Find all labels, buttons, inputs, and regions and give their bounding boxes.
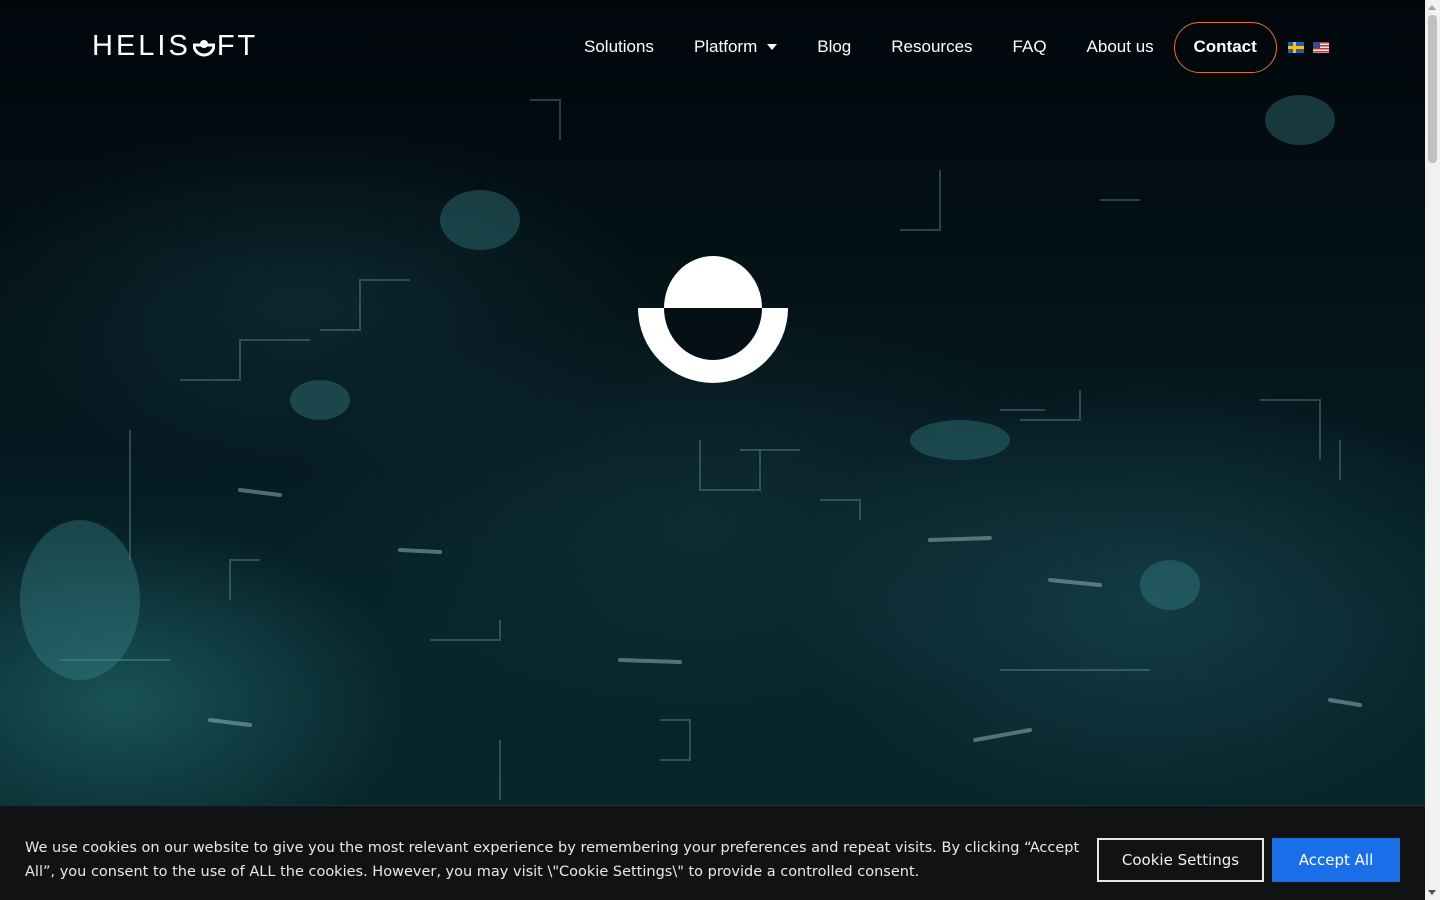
nav-platform[interactable]: Platform — [674, 20, 797, 74]
page-scrollbar[interactable] — [1425, 0, 1440, 900]
accept-all-button[interactable]: Accept All — [1272, 838, 1400, 882]
nav-faq-label: FAQ — [1012, 37, 1047, 56]
nav-faq[interactable]: FAQ — [993, 20, 1067, 74]
logo-text-start: HELIS — [92, 29, 191, 62]
language-switcher — [1287, 41, 1329, 53]
contact-button[interactable]: Contact — [1173, 21, 1277, 73]
helisoft-logo[interactable]: HELIS FT — [92, 29, 259, 62]
cookie-consent-text: We use cookies on our website to give yo… — [25, 840, 1080, 880]
helisoft-o-mark-icon — [638, 256, 788, 383]
us-flag-icon[interactable] — [1312, 41, 1329, 53]
caret-down-icon — [767, 44, 778, 50]
cookie-settings-button[interactable]: Cookie Settings — [1097, 838, 1264, 882]
nav-about-us-label: About us — [1086, 37, 1154, 56]
scroll-up-arrow-icon[interactable] — [1428, 5, 1436, 10]
logo-o-icon — [192, 40, 215, 57]
nav-about-us[interactable]: About us — [1067, 20, 1174, 74]
nav-resources-label: Resources — [891, 37, 973, 56]
scrollbar-thumb[interactable] — [1428, 15, 1437, 163]
main-nav: Solutions Platform Blog Resources FAQ Ab… — [564, 20, 1329, 74]
nav-blog[interactable]: Blog — [797, 20, 871, 74]
circuit-pattern-decoration — [20, 95, 1362, 800]
page: HELIS FT Solutions Platform Blog Resourc… — [0, 0, 1440, 900]
scroll-down-arrow-icon[interactable] — [1428, 890, 1436, 895]
nav-solutions-label: Solutions — [584, 37, 654, 56]
nav-platform-label: Platform — [693, 37, 758, 56]
hero-background — [0, 0, 1425, 900]
nav-resources[interactable]: Resources — [871, 20, 992, 74]
nav-solutions[interactable]: Solutions — [564, 20, 674, 74]
swedish-flag-icon[interactable] — [1287, 41, 1304, 53]
cookie-banner: We use cookies on our website to give yo… — [0, 805, 1425, 900]
nav-blog-label: Blog — [817, 37, 852, 56]
logo-text-end: FT — [216, 29, 259, 62]
